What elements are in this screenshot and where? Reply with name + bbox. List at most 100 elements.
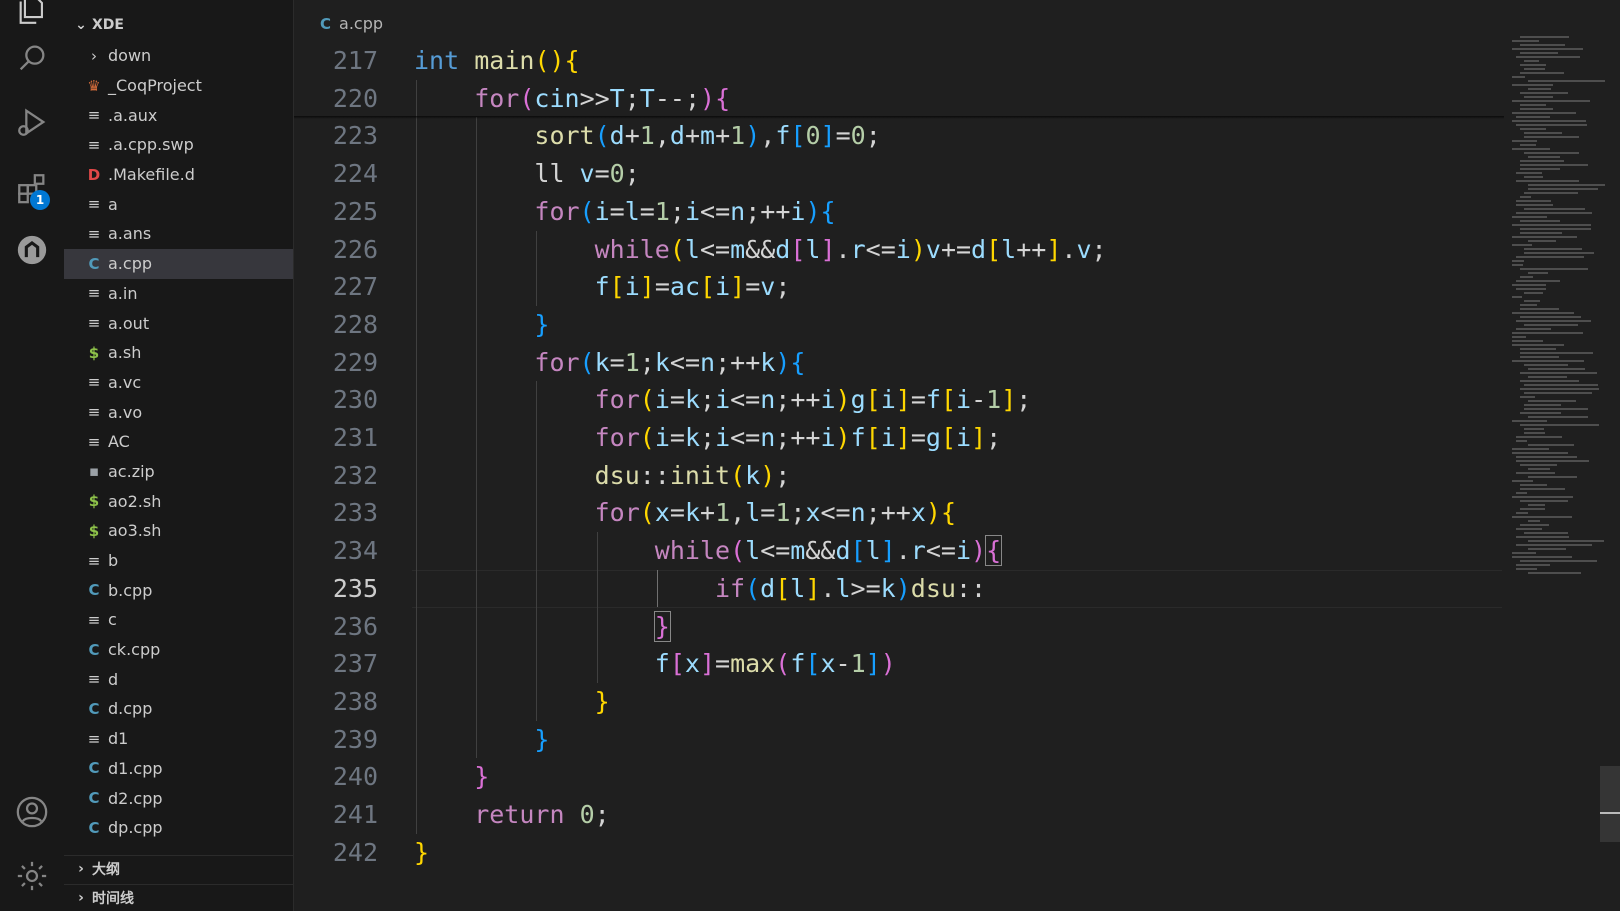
file-item[interactable]: Cd2.cpp — [64, 783, 293, 813]
code-text: while(l<=m&&d[l].r<=i){ — [655, 532, 1003, 570]
shell-file-icon: $ — [88, 343, 100, 362]
indent-guide — [536, 230, 538, 306]
minimap-line — [1520, 464, 1557, 466]
code-token: x — [910, 498, 926, 528]
code-line[interactable]: 240} — [294, 758, 1504, 796]
scrollbar-cursor-marker — [1600, 812, 1620, 814]
code-text: sort(d+1,d+m+1),f[0]=0; — [534, 117, 880, 155]
file-item[interactable]: ▪ ac.zip — [64, 457, 293, 487]
code-line[interactable]: 241 return 0; — [294, 796, 1504, 834]
code-token: ( — [594, 121, 610, 151]
minimap-line — [1528, 416, 1588, 418]
code-token: k — [745, 460, 761, 490]
code-token: r — [910, 536, 926, 566]
line-number: 241 — [332, 800, 378, 829]
minimap-line — [1524, 192, 1578, 194]
code-token: d — [835, 536, 851, 566]
minimap-line — [1520, 484, 1547, 486]
editor-area[interactable]: C a.cpp 217 int main(){220 for(cin>>T;T--;… — [294, 0, 1620, 911]
code-line[interactable]: 242} — [294, 834, 1504, 872]
file-item[interactable]: ≡ AC — [64, 427, 293, 457]
file-item[interactable]: ≡ a.vc — [64, 368, 293, 398]
scrollbar-thumb[interactable] — [1600, 766, 1620, 842]
file-item[interactable]: $ ao3.sh — [64, 516, 293, 546]
code-token: ; — [865, 121, 881, 151]
minimap-line — [1520, 560, 1597, 562]
breadcrumb[interactable]: C a.cpp — [320, 14, 383, 33]
code-token: i — [594, 196, 610, 226]
file-item[interactable]: Ca.cpp — [64, 248, 293, 279]
file-item[interactable]: D .Makefile.d — [64, 160, 293, 190]
code-token: i — [956, 423, 972, 452]
file-item-label: a.vo — [108, 402, 143, 422]
code-token: >= — [850, 573, 881, 603]
file-item[interactable]: ≡ a.vo — [64, 397, 293, 427]
code-token: d — [775, 234, 791, 264]
code-line[interactable]: 220 for(cin>>T;T--;){ — [294, 80, 1504, 118]
minimap-line — [1516, 116, 1550, 118]
file-item[interactable]: ≡ .a.cpp.swp — [64, 130, 293, 160]
minimap-line — [1528, 572, 1581, 574]
explorer-root-header[interactable]: ⌄ XDE — [64, 12, 293, 38]
remote-icon[interactable] — [14, 232, 50, 268]
code-token: ( — [519, 83, 535, 113]
file-item[interactable]: ≡ c — [64, 605, 293, 635]
minimap-line — [1524, 252, 1594, 254]
file-item[interactable]: ≡ d1 — [64, 724, 293, 754]
timeline-section-header[interactable]: › 时间线 — [64, 884, 293, 911]
file-item[interactable]: Cd.cpp — [64, 694, 293, 724]
code-token: } — [534, 309, 550, 339]
minimap-line — [1512, 496, 1573, 498]
settings-gear-icon[interactable] — [14, 858, 50, 894]
search-icon[interactable] — [14, 40, 50, 76]
line-number: 232 — [332, 460, 378, 490]
file-item[interactable]: Cd1.cpp — [64, 754, 293, 784]
file-item[interactable]: ≡ b — [64, 546, 293, 576]
file-item[interactable]: Cdp.cpp — [64, 813, 293, 843]
text-file-icon: ≡ — [87, 284, 101, 303]
code-line[interactable]: 217 int main(){ — [294, 42, 1504, 80]
file-item[interactable]: ≡ a.in — [64, 279, 293, 309]
file-item[interactable]: ≡ a.ans — [64, 219, 293, 249]
minimap-line — [1528, 504, 1545, 506]
minimap-line — [1528, 88, 1551, 90]
code-token: main — [474, 46, 535, 75]
file-item-label: a.ans — [108, 224, 152, 244]
explorer-icon[interactable] — [14, 0, 50, 28]
file-item[interactable]: $ ao2.sh — [64, 486, 293, 516]
code-token: --; — [654, 83, 701, 113]
code-token: k — [760, 347, 776, 377]
code-token: k — [654, 347, 670, 377]
minimap-line — [1512, 76, 1525, 78]
file-item[interactable]: › down — [64, 41, 293, 71]
minimap-line — [1512, 296, 1522, 298]
file-item[interactable]: Cb.cpp — [64, 575, 293, 605]
minimap-line — [1528, 476, 1577, 478]
code-token: k — [684, 385, 700, 415]
code-token: [ — [865, 385, 881, 415]
minimap-line — [1520, 348, 1556, 350]
minimap[interactable] — [1512, 36, 1616, 596]
minimap-line — [1520, 128, 1546, 130]
file-item[interactable]: Cck.cpp — [64, 635, 293, 665]
file-item[interactable]: ≡ .a.aux — [64, 100, 293, 130]
minimap-line — [1528, 376, 1567, 378]
code-token: <= — [700, 196, 731, 226]
outline-section-header[interactable]: › 大纲 — [64, 855, 293, 882]
minimap-line — [1512, 448, 1549, 450]
code-text: int main(){ — [414, 42, 580, 80]
code-token: . — [1061, 234, 1077, 264]
account-icon[interactable] — [14, 794, 50, 830]
file-item[interactable]: $ a.sh — [64, 338, 293, 368]
run-debug-icon[interactable] — [14, 104, 50, 140]
code-token: [ — [790, 234, 806, 264]
code-token: ] — [865, 649, 881, 679]
file-item[interactable]: ♛ _CoqProject — [64, 71, 293, 101]
file-item[interactable]: ≡ d — [64, 664, 293, 694]
code-token: ] — [730, 272, 746, 302]
file-item[interactable]: ≡ a — [64, 189, 293, 219]
code-token: . — [895, 536, 911, 566]
minimap-line — [1512, 452, 1568, 454]
code-text: for(i=k;i<=n;++i)f[i]=g[i]; — [595, 419, 1002, 457]
file-item[interactable]: ≡ a.out — [64, 308, 293, 338]
